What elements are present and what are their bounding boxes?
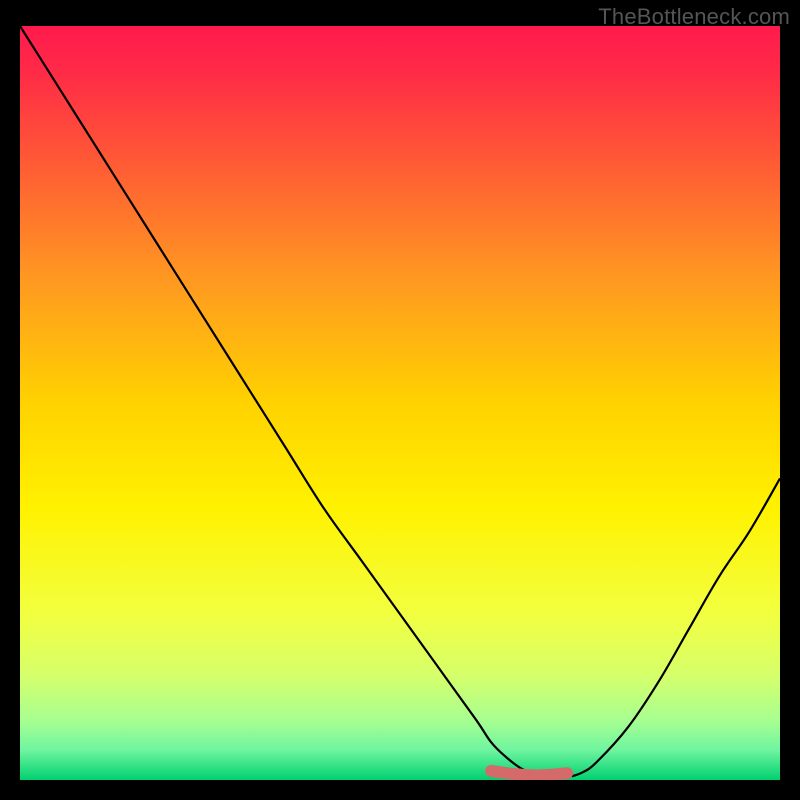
chart-root: TheBottleneck.com: [0, 0, 800, 800]
chart-svg: [20, 26, 780, 780]
gradient-background: [20, 26, 780, 780]
minimum-marker: [491, 771, 567, 776]
watermark-label: TheBottleneck.com: [598, 4, 790, 30]
plot-frame: [20, 26, 780, 780]
